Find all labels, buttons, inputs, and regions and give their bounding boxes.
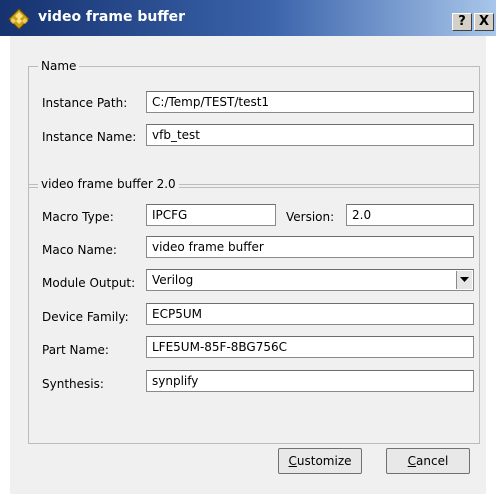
customize-button[interactable]: Customize [278,448,362,474]
device-family-field[interactable]: ECP5UM [146,303,474,325]
instance-name-label: Instance Name: [42,130,137,144]
cancel-accel-letter: C [407,454,417,468]
module-output-select[interactable]: Verilog [146,269,474,291]
dialog-window: video frame buffer ? X Name Instance Pat… [0,0,496,494]
macro-type-label: Macro Type: [42,210,114,224]
part-name-label: Part Name: [42,343,109,357]
name-group-legend: Name [38,59,80,73]
version-field[interactable]: 2.0 [346,204,474,226]
window-left-edge [0,36,10,494]
cancel-label-rest: ancel [416,454,449,468]
instance-path-label: Instance Path: [42,96,128,110]
window-title: video frame buffer [38,9,186,25]
part-name-field[interactable]: LFE5UM-85F-8BG756C [146,336,474,358]
ip-group-legend: video frame buffer 2.0 [38,177,179,191]
help-button[interactable]: ? [452,13,472,31]
chevron-down-icon[interactable] [456,271,472,289]
title-bar[interactable]: video frame buffer ? X [0,0,496,36]
instance-path-field[interactable]: C:/Temp/TEST/test1 [146,91,474,113]
synthesis-label: Synthesis: [42,377,104,391]
cancel-button[interactable]: Cancel [386,448,470,474]
customize-label-rest: ustomize [296,454,352,468]
version-label: Version: [286,210,335,224]
instance-name-field[interactable]: vfb_test [146,124,474,146]
customize-accel-letter: C [288,454,297,468]
diamond-app-icon [8,8,30,30]
module-output-label: Module Output: [42,276,136,290]
maco-name-field[interactable]: video frame buffer [146,236,474,258]
dialog-client-area: Name Instance Path: C:/Temp/TEST/test1 I… [10,36,486,494]
module-output-value: Verilog [152,273,194,287]
macro-type-field[interactable]: IPCFG [146,204,276,226]
synthesis-field[interactable]: synplify [146,370,474,392]
device-family-label: Device Family: [42,310,129,324]
maco-name-label: Maco Name: [42,243,117,257]
close-button[interactable]: X [474,13,494,31]
